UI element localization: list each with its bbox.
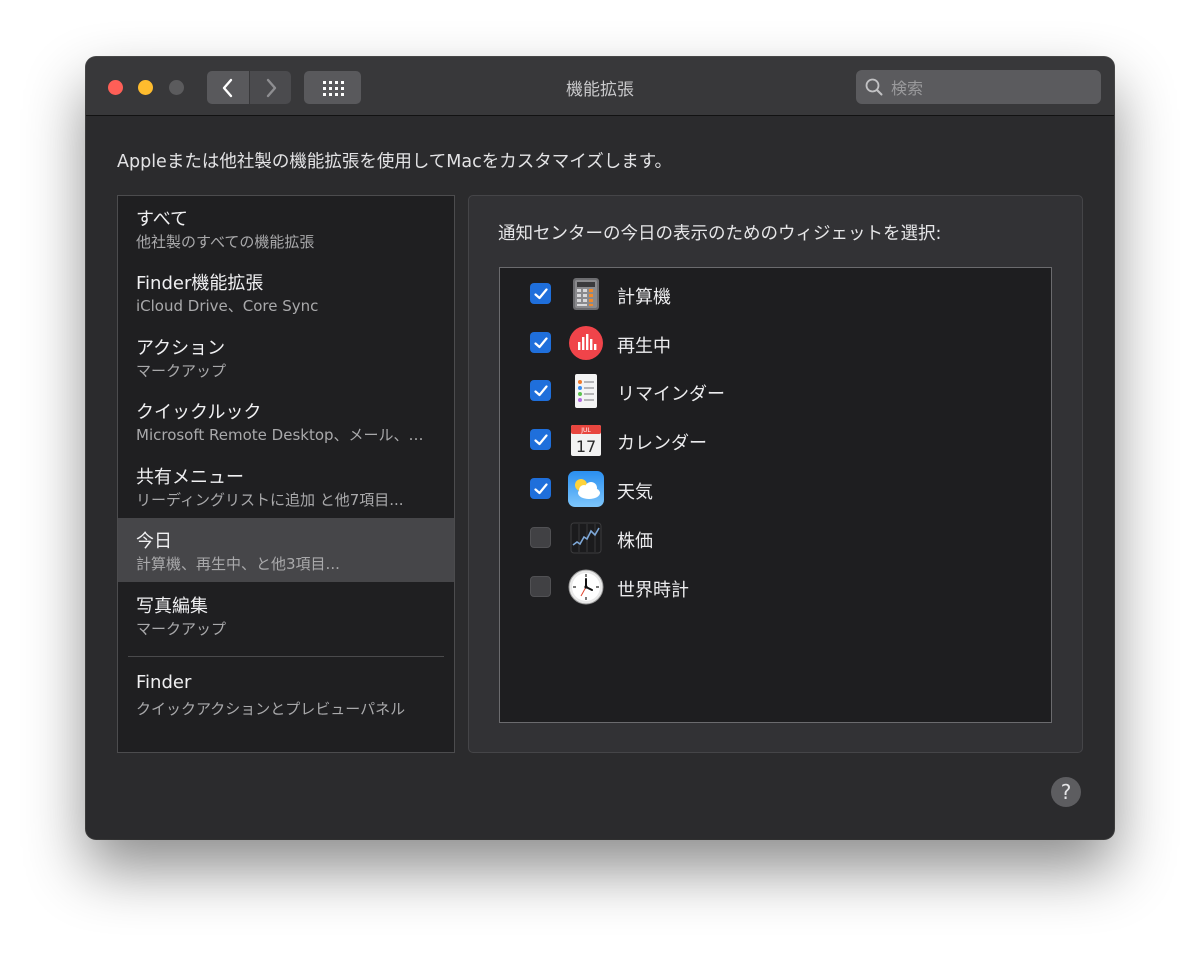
widget-row-weather: 天気 [500,465,1051,513]
checkmark-icon [533,336,548,348]
sidebar-item-subtitle: 計算機、再生中、と他3項目... [136,555,340,573]
calendar-icon-month: JUL [580,427,591,434]
sidebar-item-finder[interactable]: Finder クイックアクションとプレビューパネル [118,663,454,727]
sidebar-item-photos-editing[interactable]: 写真編集 マークアップ [118,583,454,647]
widget-label: 天気 [617,482,653,503]
widget-row-calculator: 計算機 [500,270,1051,318]
sidebar-item-title: Finder [136,672,192,693]
weather-icon [568,471,604,507]
widget-checkbox[interactable] [530,283,551,304]
sidebar-item-subtitle: クイックアクションとプレビューパネル [136,700,406,718]
description-text: Appleまたは他社製の機能拡張を使用してMacをカスタマイズします。 [117,152,672,172]
checkmark-icon [533,384,548,396]
panel-title: 通知センターの今日の表示のためのウィジェットを選択: [498,224,942,244]
extensions-sidebar: すべて 他社製のすべての機能拡張 Finder機能拡張 iCloud Drive… [117,195,455,753]
title-bar: 機能拡張 検索 [86,57,1114,116]
widget-row-now-playing: 再生中 [500,319,1051,367]
checkmark-icon [533,287,548,299]
calendar-icon: JUL 17 [571,425,601,456]
sidebar-item-title: クイックルック [136,402,262,423]
checkmark-icon [533,482,548,494]
search-icon [865,78,883,96]
search-placeholder: 検索 [891,79,924,98]
widget-row-reminders: リマインダー [500,367,1051,415]
sidebar-item-subtitle: マークアップ [136,362,227,380]
sidebar-item-title: アクション [136,338,226,359]
widget-row-world-clock: 世界時計 [500,563,1051,611]
sidebar-item-title: 共有メニュー [136,467,244,488]
widget-label: リマインダー [617,384,725,405]
sidebar-item-all[interactable]: すべて 他社製のすべての機能拡張 [118,196,454,260]
extensions-window: 機能拡張 検索 Appleまたは他社製の機能拡張を使用してMacをカスタマイズし… [86,57,1114,839]
widget-checkbox[interactable] [530,380,551,401]
sidebar-item-today[interactable]: 今日 計算機、再生中、と他3項目... [118,518,454,582]
world-clock-icon [568,569,604,605]
widget-label: 再生中 [617,336,671,357]
sidebar-item-actions[interactable]: アクション マークアップ [118,325,454,389]
widget-label: カレンダー [617,433,707,454]
widget-panel: 通知センターの今日の表示のためのウィジェットを選択: 計算機 再生中 リマインダ… [468,195,1083,753]
reminders-icon [575,374,597,408]
widget-checkbox[interactable] [530,576,551,597]
sidebar-item-title: すべて [136,209,189,230]
widget-checkbox[interactable] [530,429,551,450]
widget-checkbox[interactable] [530,478,551,499]
calculator-icon [573,278,599,310]
now-playing-icon [569,326,603,360]
sidebar-item-subtitle: Microsoft Remote Desktop、メール、… [136,426,424,444]
sidebar-item-title: Finder機能拡張 [136,273,264,294]
widget-row-calendar: JUL 17 カレンダー [500,416,1051,464]
sidebar-item-quick-look[interactable]: クイックルック Microsoft Remote Desktop、メール、… [118,389,454,453]
widget-label: 世界時計 [617,580,689,601]
sidebar-item-share-menu[interactable]: 共有メニュー リーディングリストに追加 と他7項目... [118,454,454,518]
sidebar-divider [128,656,444,657]
widget-list: 計算機 再生中 リマインダー JUL 17 カレンダー 天気 株価 世界時計 [499,267,1052,723]
checkmark-icon [533,433,548,445]
sidebar-item-subtitle: マークアップ [136,620,227,638]
sidebar-item-subtitle: リーディングリストに追加 と他7項目... [136,491,404,509]
search-field[interactable]: 検索 [856,70,1101,104]
sidebar-item-title: 今日 [136,531,172,552]
sidebar-item-title: 写真編集 [136,596,208,617]
widget-row-stocks: 株価 [500,514,1051,562]
widget-checkbox[interactable] [530,527,551,548]
sidebar-item-finder-extensions[interactable]: Finder機能拡張 iCloud Drive、Core Sync [118,260,454,324]
widget-label: 株価 [617,531,653,552]
sidebar-item-subtitle: 他社製のすべての機能拡張 [136,233,315,251]
sidebar-item-subtitle: iCloud Drive、Core Sync [136,297,319,315]
help-button[interactable]: ? [1051,777,1081,807]
calendar-icon-day: 17 [576,437,596,456]
stocks-icon [570,522,602,554]
widget-checkbox[interactable] [530,332,551,353]
widget-label: 計算機 [617,287,671,308]
